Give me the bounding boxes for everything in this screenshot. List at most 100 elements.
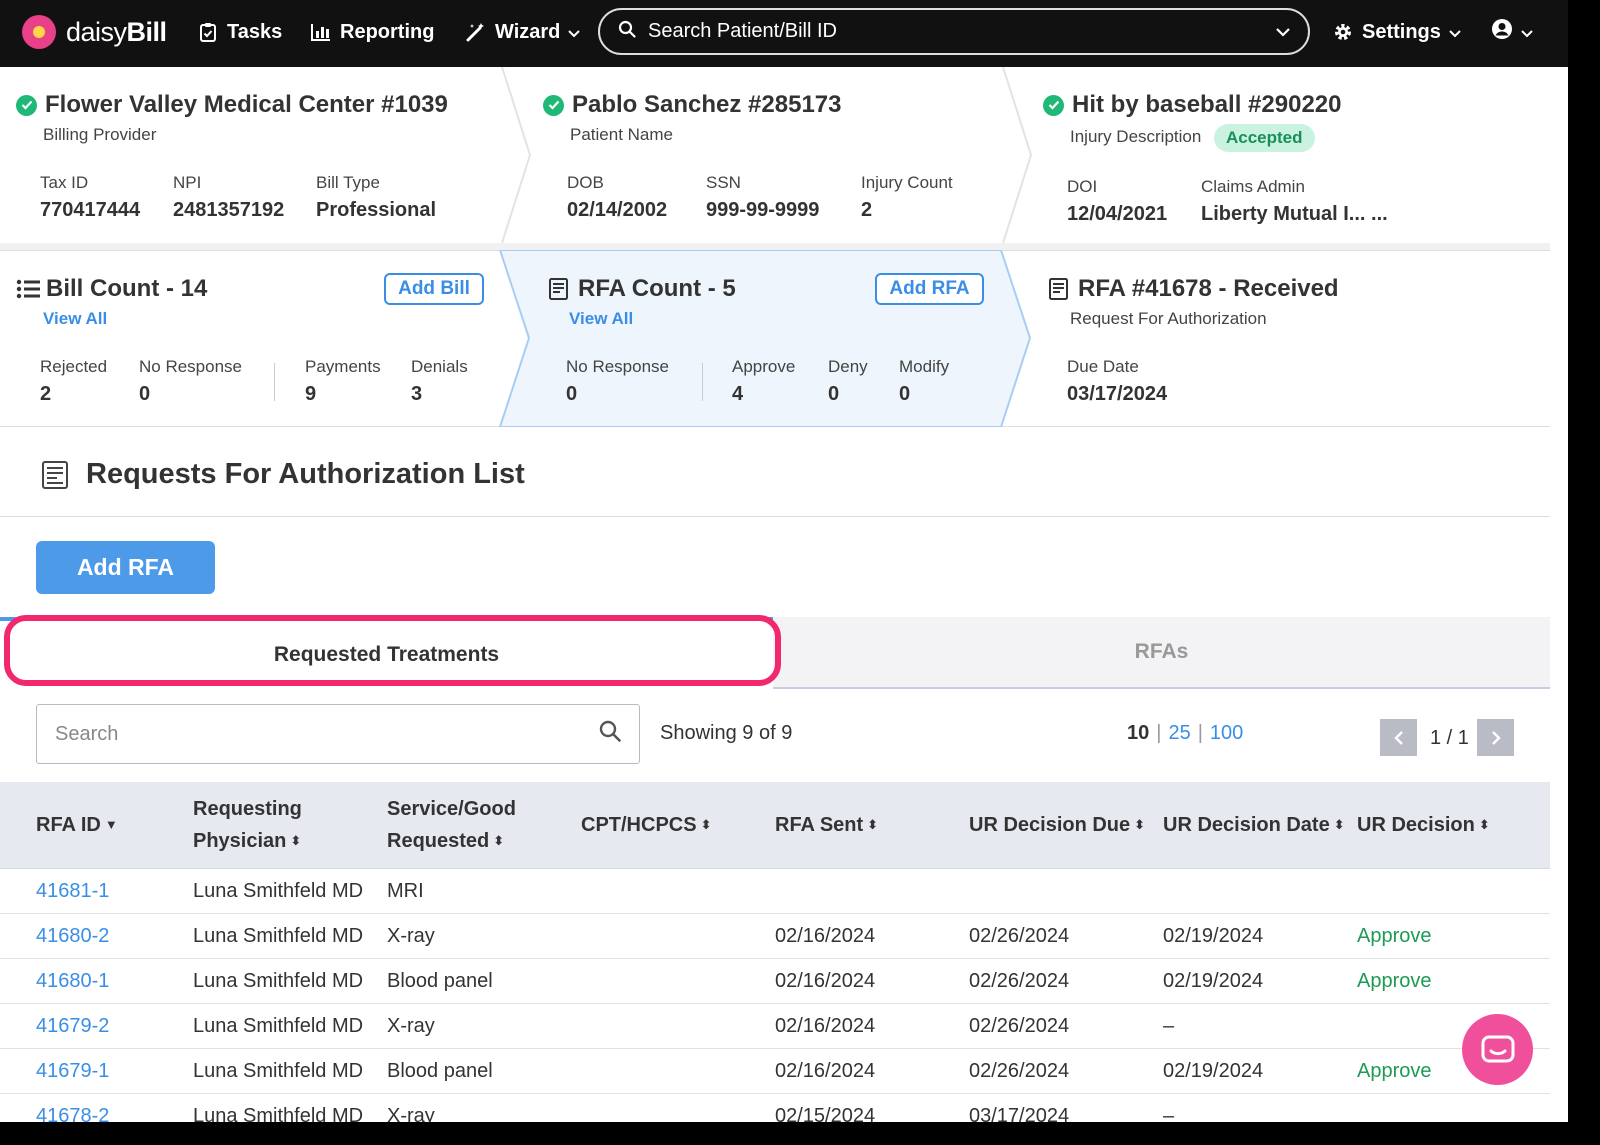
previous-page-button[interactable] — [1380, 719, 1417, 756]
current-rfa-title: RFA #41678 - Received — [1049, 275, 1339, 303]
sort-icon: ⬍ — [867, 817, 879, 832]
rfa-id-link[interactable]: 41681-1 — [36, 880, 109, 903]
page-size-10[interactable]: 10 — [1127, 722, 1149, 745]
rfa-id-link[interactable]: 41679-1 — [36, 1060, 109, 1083]
rfa-count-card[interactable]: RFA Count - 5 View All Add RFA No Respon… — [505, 251, 1005, 426]
sort-icon: ⬍ — [1333, 817, 1345, 832]
ur-due-cell: 02/26/2024 — [969, 1060, 1070, 1082]
divider — [0, 516, 1550, 517]
chevron-right-icon — [1491, 730, 1501, 745]
rfa-id-link[interactable]: 41680-1 — [36, 970, 109, 993]
daisy-flower-icon — [22, 15, 56, 49]
page-size-25[interactable]: 25 — [1168, 722, 1190, 745]
check-circle-icon — [16, 94, 37, 116]
payments-value: 9 — [305, 383, 317, 405]
ur-due-cell: 02/26/2024 — [969, 970, 1070, 992]
npi-label: NPI — [173, 173, 202, 192]
ur-date-cell: 02/19/2024 — [1163, 970, 1264, 992]
nav-reporting[interactable]: Reporting — [311, 18, 434, 46]
column-ur-decision[interactable]: UR Decision ⬍ — [1357, 809, 1490, 841]
rfa-id-link[interactable]: 41679-2 — [36, 1015, 109, 1038]
claims-admin-label: Claims Admin — [1201, 177, 1305, 196]
add-bill-button[interactable]: Add Bill — [384, 273, 484, 305]
column-ur-decision-date[interactable]: UR Decision Date ⬍ — [1163, 809, 1345, 841]
service-cell: X-ray — [387, 925, 435, 947]
denials-value: 3 — [411, 383, 423, 405]
table-row: 41680-1 Luna Smithfeld MD Blood panel 02… — [0, 959, 1550, 1004]
bar-chart-icon — [311, 22, 331, 42]
table-row: 41679-2 Luna Smithfeld MD X-ray 02/16/20… — [0, 1004, 1550, 1049]
sort-icon: ⬍ — [1134, 817, 1146, 832]
rfa-sent-cell: 02/16/2024 — [775, 925, 876, 947]
nav-settings[interactable]: Settings — [1333, 18, 1461, 46]
sort-icon: ⬍ — [1478, 817, 1490, 832]
column-rfa-id[interactable]: RFA ID ▼ — [36, 809, 118, 841]
column-service-requested[interactable]: Service/Good Requested ⬍ — [387, 793, 516, 857]
tax-id-label: Tax ID — [40, 173, 89, 192]
payments-label: Payments — [305, 357, 381, 376]
next-page-button[interactable] — [1477, 719, 1514, 756]
physician-cell: Luna Smithfeld MD — [193, 1105, 364, 1122]
ur-date-cell: 02/19/2024 — [1163, 1060, 1264, 1082]
service-cell: Blood panel — [387, 970, 493, 992]
patient-card[interactable]: Pablo Sanchez #285173 Patient Name DOB 0… — [505, 67, 1005, 243]
tab-requested-treatments[interactable]: Requested Treatments — [0, 617, 773, 689]
nav-tasks[interactable]: Tasks — [198, 18, 282, 46]
rfa-sent-cell: 02/16/2024 — [775, 970, 876, 992]
chevron-down-icon[interactable] — [1276, 20, 1290, 43]
patient-bill-search[interactable]: Search Patient/Bill ID — [598, 8, 1310, 55]
rfa-no-response-label: No Response — [566, 357, 670, 376]
chat-launcher-button[interactable] — [1462, 1014, 1533, 1085]
service-cell: Blood panel — [387, 1060, 493, 1082]
window-frame: daisyBill Tasks Reporting Wizard Search … — [0, 0, 1600, 1145]
due-date-label: Due Date — [1067, 357, 1139, 376]
table-search-input[interactable]: Search — [36, 704, 640, 764]
injury-count-label: Injury Count — [861, 173, 953, 192]
add-rfa-card-button[interactable]: Add RFA — [875, 273, 984, 305]
page-size-100[interactable]: 100 — [1210, 722, 1243, 745]
nav-wizard[interactable]: Wizard — [466, 18, 581, 46]
nav-settings-label: Settings — [1362, 20, 1441, 43]
injury-count-value: 2 — [861, 199, 873, 221]
current-rfa-subtitle: Request For Authorization — [1070, 309, 1267, 328]
column-cpt-hcpcs[interactable]: CPT/HCPCS ⬍ — [581, 809, 711, 841]
chevron-down-icon — [568, 21, 581, 44]
ur-decision-cell: Approve — [1357, 1060, 1432, 1082]
service-cell: MRI — [387, 880, 424, 902]
rfa-id-link[interactable]: 41680-2 — [36, 925, 109, 948]
column-ur-decision-due[interactable]: UR Decision Due ⬍ — [969, 809, 1145, 841]
ssn-label: SSN — [706, 173, 741, 192]
chat-icon — [1481, 1035, 1514, 1062]
ur-date-cell: – — [1163, 1015, 1175, 1037]
rfa-sent-cell: 02/15/2024 — [775, 1105, 876, 1122]
bill-count-card[interactable]: Bill Count - 14 View All Add Bill Reject… — [0, 251, 505, 426]
check-circle-icon — [543, 94, 564, 116]
rfa-sent-cell: 02/16/2024 — [775, 1060, 876, 1082]
bills-view-all-link[interactable]: View All — [43, 309, 107, 329]
daisybill-logo[interactable]: daisyBill — [22, 14, 167, 50]
divider — [274, 363, 275, 401]
provider-title: Flower Valley Medical Center #1039 — [16, 91, 448, 119]
app: daisyBill Tasks Reporting Wizard Search … — [0, 0, 1568, 1122]
current-rfa-card[interactable]: RFA #41678 - Received Request For Author… — [1005, 251, 1550, 426]
injury-card[interactable]: Hit by baseball #290220 Injury Descripti… — [1005, 67, 1550, 243]
rfa-id-link[interactable]: 41678-2 — [36, 1105, 109, 1122]
column-requesting-physician[interactable]: Requesting Physician ⬍ — [193, 793, 302, 857]
add-rfa-button[interactable]: Add RFA — [36, 541, 215, 594]
rfas-view-all-link[interactable]: View All — [569, 309, 633, 329]
bill-count-title: Bill Count - 14 — [16, 275, 207, 303]
deny-value: 0 — [828, 383, 840, 405]
ur-date-cell: – — [1163, 1105, 1175, 1122]
user-menu[interactable] — [1491, 18, 1533, 46]
deny-label: Deny — [828, 357, 868, 376]
rfa-list-icon — [42, 461, 68, 494]
tab-rfas[interactable]: RFAs — [773, 617, 1550, 689]
gear-icon — [1333, 22, 1353, 42]
modify-value: 0 — [899, 383, 911, 405]
nav-reporting-label: Reporting — [340, 20, 435, 43]
column-rfa-sent[interactable]: RFA Sent ⬍ — [775, 809, 878, 841]
physician-cell: Luna Smithfeld MD — [193, 970, 364, 992]
ur-decision-cell: Approve — [1357, 970, 1432, 992]
billing-provider-card[interactable]: Flower Valley Medical Center #1039 Billi… — [0, 67, 505, 243]
divider — [702, 363, 703, 401]
